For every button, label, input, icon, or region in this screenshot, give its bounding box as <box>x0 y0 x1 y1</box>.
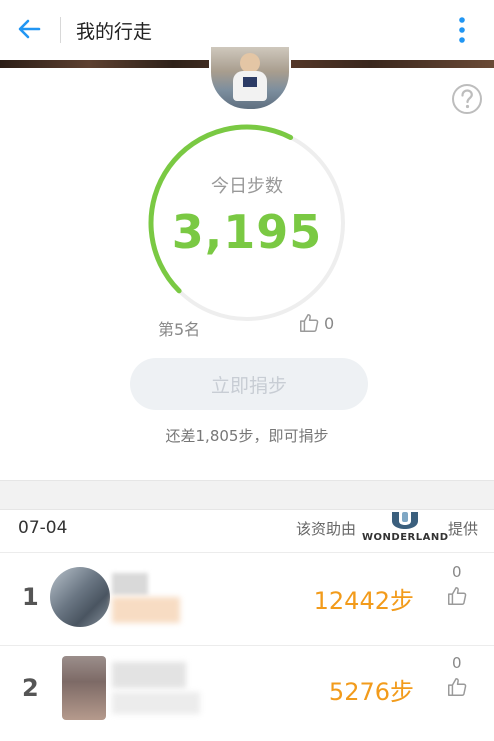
today-steps-value: 3,195 <box>171 205 323 259</box>
leaderboard-row[interactable]: 2 5276步 0 <box>0 646 494 732</box>
sponsor-prefix: 该资助由 <box>296 520 357 538</box>
step-count: 12442步 <box>313 587 414 615</box>
like-count: 0 <box>452 563 462 581</box>
rank-number: 1 <box>22 583 39 611</box>
list-date: 07-04 <box>18 518 68 538</box>
rank-number: 2 <box>22 674 39 702</box>
wonderland-logo-icon <box>392 512 418 529</box>
donate-steps-button[interactable]: 立即捐步 <box>130 358 368 410</box>
today-steps-label: 今日步数 <box>211 176 283 197</box>
thumbs-up-icon[interactable] <box>446 676 468 698</box>
blurred-username <box>112 573 148 595</box>
donate-hint: 还差1,805步，即可捐步 <box>165 427 329 445</box>
section-divider <box>0 480 494 510</box>
step-count: 5276步 <box>328 678 414 706</box>
thumbs-up-icon[interactable] <box>298 312 320 334</box>
blurred-donation <box>112 597 180 623</box>
help-icon[interactable] <box>451 83 483 115</box>
more-options-icon[interactable] <box>452 14 472 46</box>
leaderboard-row[interactable]: 1 12442步 0 <box>0 555 494 641</box>
blurred-username <box>112 662 186 688</box>
user-avatar <box>50 567 110 627</box>
user-avatar <box>62 656 106 720</box>
rank-text: 第5名 <box>158 320 201 339</box>
back-arrow-icon[interactable] <box>14 14 44 44</box>
blurred-donation <box>112 692 200 714</box>
app-bar-divider <box>60 17 61 43</box>
row-divider <box>0 552 494 553</box>
avatar[interactable] <box>209 45 291 111</box>
sponsor-logo[interactable]: WONDERLAND <box>362 510 448 546</box>
like-count: 0 <box>452 654 462 672</box>
like-count: 0 <box>324 314 335 333</box>
thumbs-up-icon[interactable] <box>446 585 468 607</box>
sponsor-brand: WONDERLAND <box>362 532 449 543</box>
sponsor-suffix: 提供 <box>448 520 479 538</box>
page-title: 我的行走 <box>76 21 153 43</box>
